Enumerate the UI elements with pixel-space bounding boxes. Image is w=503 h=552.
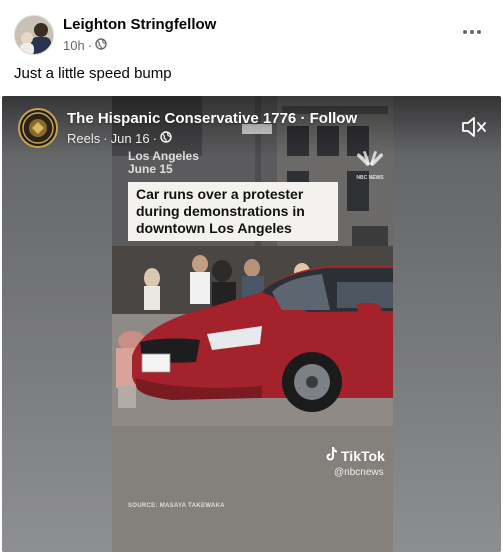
reel-globe-icon bbox=[160, 131, 172, 146]
reel-video[interactable]: Los Angeles June 15 NBC NEWS Car runs ov… bbox=[112, 96, 393, 552]
post-caption: Just a little speed bump bbox=[14, 65, 172, 82]
video-source: SOURCE: MASAYA TAKEWAKA bbox=[128, 503, 225, 509]
video-blur-left bbox=[2, 96, 112, 552]
reel-date[interactable]: Jun 16 bbox=[111, 131, 150, 146]
post-header: Leighton Stringfellow 10h · bbox=[0, 0, 503, 62]
post-meta: 10h · bbox=[63, 38, 107, 53]
author-avatar[interactable] bbox=[14, 15, 54, 55]
page-name[interactable]: The Hispanic Conservative 1776 bbox=[67, 110, 296, 127]
follow-button[interactable]: Follow bbox=[310, 110, 358, 127]
author-name[interactable]: Leighton Stringfellow bbox=[63, 16, 216, 33]
reel-meta: Reels · Jun 16 · bbox=[67, 131, 172, 146]
globe-icon bbox=[95, 38, 107, 53]
reel-meta-separator: · bbox=[103, 131, 108, 146]
nbc-label: NBC NEWS bbox=[356, 175, 384, 181]
tiktok-label: TikTok bbox=[341, 447, 385, 464]
more-options-icon[interactable] bbox=[458, 20, 486, 44]
tiktok-icon bbox=[324, 446, 338, 465]
meta-separator: · bbox=[87, 38, 93, 53]
post-time[interactable]: 10h bbox=[63, 38, 85, 53]
video-date: June 15 bbox=[128, 162, 173, 176]
video-headline: Car runs over a protester during demonst… bbox=[128, 182, 338, 241]
tiktok-handle: @nbcnews bbox=[334, 467, 384, 478]
reel-meta-separator-2: · bbox=[152, 131, 157, 146]
page-avatar[interactable] bbox=[18, 108, 58, 148]
reel-player[interactable]: Los Angeles June 15 NBC NEWS Car runs ov… bbox=[2, 96, 501, 552]
follow-separator: · bbox=[300, 110, 306, 127]
mute-icon[interactable] bbox=[460, 114, 488, 140]
page-name-line: The Hispanic Conservative 1776 · Follow bbox=[67, 110, 357, 127]
video-blur-right bbox=[393, 96, 501, 552]
tiktok-watermark: TikTok bbox=[324, 446, 385, 465]
facebook-post: Leighton Stringfellow 10h · Just a littl… bbox=[0, 0, 503, 552]
reel-type[interactable]: Reels bbox=[67, 131, 100, 146]
